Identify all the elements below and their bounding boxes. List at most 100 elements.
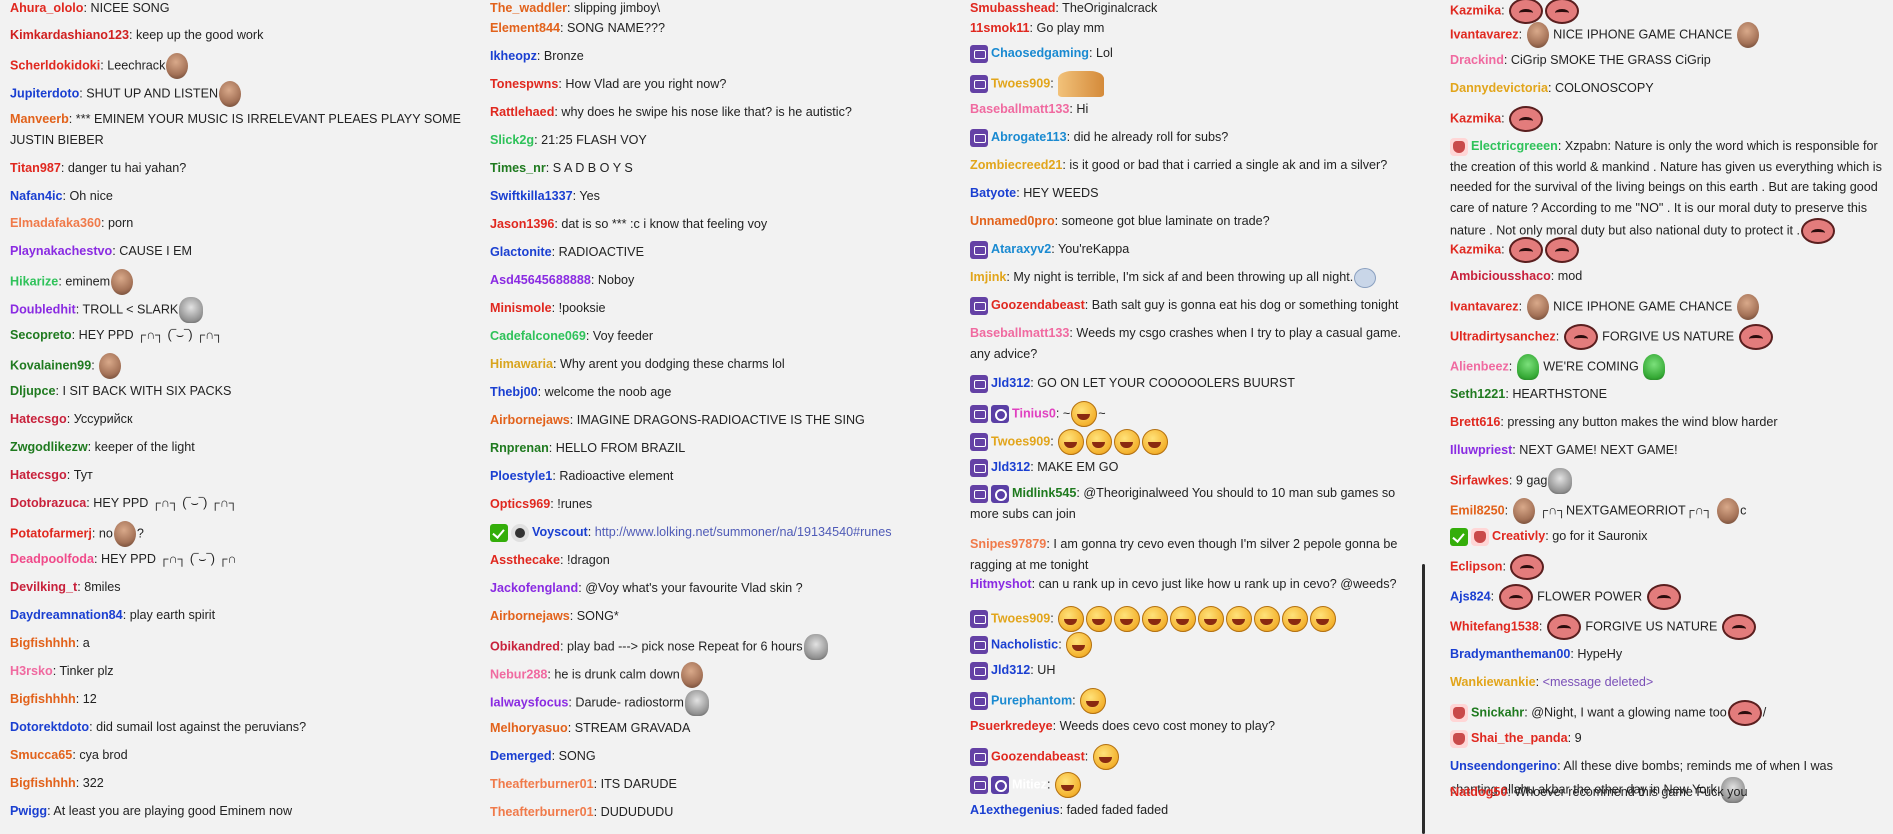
chat-username[interactable]: Ikheopz <box>490 49 537 63</box>
chat-username[interactable]: Swiftkilla1337 <box>490 189 573 203</box>
chat-username[interactable]: Unseendongerino <box>1450 759 1557 773</box>
chat-username[interactable]: Airbornejaws <box>490 413 570 427</box>
chat-username[interactable]: Titan987 <box>10 161 61 175</box>
chat-username[interactable]: Seth1221 <box>1450 387 1505 401</box>
chat-username[interactable]: Bigfishhhh <box>10 692 76 706</box>
chat-username[interactable]: Chaosedgaming <box>991 46 1089 60</box>
chat-username[interactable]: Optics969 <box>490 497 550 511</box>
chat-username[interactable]: Bigfishhhh <box>10 776 76 790</box>
chat-username[interactable]: Kimkardashiano123 <box>10 28 129 42</box>
chat-username[interactable]: Minismole <box>490 301 552 315</box>
chat-username[interactable]: Jackofengland <box>490 581 578 595</box>
message-link[interactable]: http://www.lolking.net/summoner/na/19134… <box>595 525 892 539</box>
chat-username[interactable]: Jld312 <box>991 460 1030 474</box>
chat-username[interactable]: Batyote <box>970 186 1016 200</box>
chat-username[interactable]: Elmadafaka360 <box>10 216 101 230</box>
chat-username[interactable]: Baseballmatt133 <box>970 102 1069 116</box>
chat-username[interactable]: Rattlehaed <box>490 105 554 119</box>
chat-username[interactable]: Kazmika <box>1450 3 1501 17</box>
chat-username[interactable]: Ivantavarez <box>1450 299 1519 313</box>
chat-username[interactable]: Dotobrazuca <box>10 496 86 510</box>
chat-username[interactable]: Ivantavarez <box>1450 27 1519 41</box>
chat-username[interactable]: Jason1396 <box>490 217 554 231</box>
chat-username[interactable]: Jld312 <box>991 376 1030 390</box>
chat-username[interactable]: Times_nr <box>490 161 546 175</box>
chat-username[interactable]: Whitefang1538 <box>1450 619 1539 633</box>
chat-username[interactable]: Glactonite <box>490 245 552 259</box>
chat-username[interactable]: Rnprenan <box>490 441 549 455</box>
chat-username[interactable]: Hikarize <box>10 274 58 288</box>
chat-username[interactable]: Hitmyshot <box>970 577 1032 591</box>
chat-username[interactable]: Cadefalcone069 <box>490 329 586 343</box>
chat-username[interactable]: Dotorektdoto <box>10 720 89 734</box>
chat-username[interactable]: Dannydevictoria <box>1450 81 1548 95</box>
chat-username[interactable]: Sirfawkes <box>1450 473 1509 487</box>
chat-username[interactable]: Demerged <box>490 749 552 763</box>
chat-username[interactable]: Manveerb <box>10 112 69 126</box>
chat-username[interactable]: Twoes909 <box>991 434 1050 448</box>
chat-username[interactable]: Pwigg <box>10 804 47 818</box>
chat-username[interactable]: Tonespwns <box>490 77 558 91</box>
chat-username[interactable]: Ataraxyv2 <box>991 242 1051 256</box>
chat-username[interactable]: Asd45645688888 <box>490 273 591 287</box>
chat-username[interactable]: Goozendabeast <box>991 298 1085 312</box>
chat-username[interactable]: Theafterburner01 <box>490 777 594 791</box>
chat-username[interactable]: Purephantom <box>991 693 1072 707</box>
chat-username[interactable]: Jupiterdoto <box>10 86 79 100</box>
chat-username[interactable]: Nacholistic <box>991 637 1058 651</box>
chat-username[interactable]: Scherldokidoki <box>10 58 100 72</box>
chat-username[interactable]: Theafterburner01 <box>490 805 594 819</box>
chat-username[interactable]: Melhoryasuo <box>490 721 568 735</box>
chat-username[interactable]: Smucca65 <box>10 748 72 762</box>
chat-username[interactable]: Ajs824 <box>1450 589 1491 603</box>
chat-username[interactable]: Deadpoolfoda <box>10 552 94 566</box>
chat-username[interactable]: Ploestyle1 <box>490 469 552 483</box>
chat-username[interactable]: Assthecake <box>490 553 560 567</box>
chat-username[interactable]: Nafan4ic <box>10 189 63 203</box>
chat-username[interactable]: Midlink545 <box>1012 486 1076 500</box>
chat-username[interactable]: Slick2g <box>490 133 534 147</box>
chat-username[interactable]: Electricgreeen <box>1471 139 1558 153</box>
chat-username[interactable]: Natdog50 <box>1450 785 1507 799</box>
chat-username[interactable]: Potatofarmerj <box>10 526 92 540</box>
chat-username[interactable]: Mitiez <box>1012 777 1047 791</box>
chat-username[interactable]: Element844 <box>490 21 560 35</box>
scrollbar[interactable] <box>1422 564 1425 834</box>
chat-username[interactable]: Brett616 <box>1450 415 1500 429</box>
chat-username[interactable]: Kazmika <box>1450 111 1501 125</box>
chat-username[interactable]: Kazmika <box>1450 242 1501 256</box>
chat-username[interactable]: Ialwaysfocus <box>490 695 568 709</box>
chat-username[interactable]: Goozendabeast <box>991 749 1085 763</box>
chat-username[interactable]: Creativly <box>1492 529 1545 543</box>
chat-username[interactable]: Snipes97879 <box>970 537 1046 551</box>
chat-username[interactable]: 11smok11 <box>970 21 1030 35</box>
chat-username[interactable]: Doubledhit <box>10 302 76 316</box>
chat-username[interactable]: Playnakachestvo <box>10 244 112 258</box>
chat-username[interactable]: Secopreto <box>10 328 72 342</box>
chat-username[interactable]: H3rsko <box>10 664 53 678</box>
chat-username[interactable]: Ultradirtysanchez <box>1450 329 1556 343</box>
chat-username[interactable]: Eclipson <box>1450 559 1502 573</box>
chat-username[interactable]: Bigfishhhh <box>10 636 76 650</box>
chat-username[interactable]: Himawaria <box>490 357 553 371</box>
chat-username[interactable]: Hatecsgo <box>10 468 67 482</box>
chat-username[interactable]: Psuerkredeye <box>970 719 1053 733</box>
chat-username[interactable]: Jld312 <box>991 663 1030 677</box>
chat-username[interactable]: Voyscout <box>532 525 588 539</box>
chat-username[interactable]: Thebj00 <box>490 385 538 399</box>
chat-username[interactable]: The_waddler <box>490 1 567 15</box>
chat-username[interactable]: Nebur288 <box>490 667 547 681</box>
chat-username[interactable]: Daydreamnation84 <box>10 608 123 622</box>
chat-username[interactable]: Devilking_t <box>10 580 77 594</box>
chat-username[interactable]: Zwgodlikezw <box>10 440 88 454</box>
chat-username[interactable]: Twoes909 <box>991 611 1050 625</box>
chat-username[interactable]: Hatecsgo <box>10 412 67 426</box>
chat-username[interactable]: Obikandred <box>490 639 560 653</box>
chat-username[interactable]: Wankiewankie <box>1450 675 1536 689</box>
chat-username[interactable]: Shai_the_panda <box>1471 731 1568 745</box>
chat-username[interactable]: Twoes909 <box>991 76 1050 90</box>
chat-username[interactable]: Drackind <box>1450 53 1504 67</box>
chat-username[interactable]: Ambiciousshaco <box>1450 269 1551 283</box>
chat-username[interactable]: Bradymantheman00 <box>1450 647 1570 661</box>
chat-username[interactable]: Imjink <box>970 270 1006 284</box>
